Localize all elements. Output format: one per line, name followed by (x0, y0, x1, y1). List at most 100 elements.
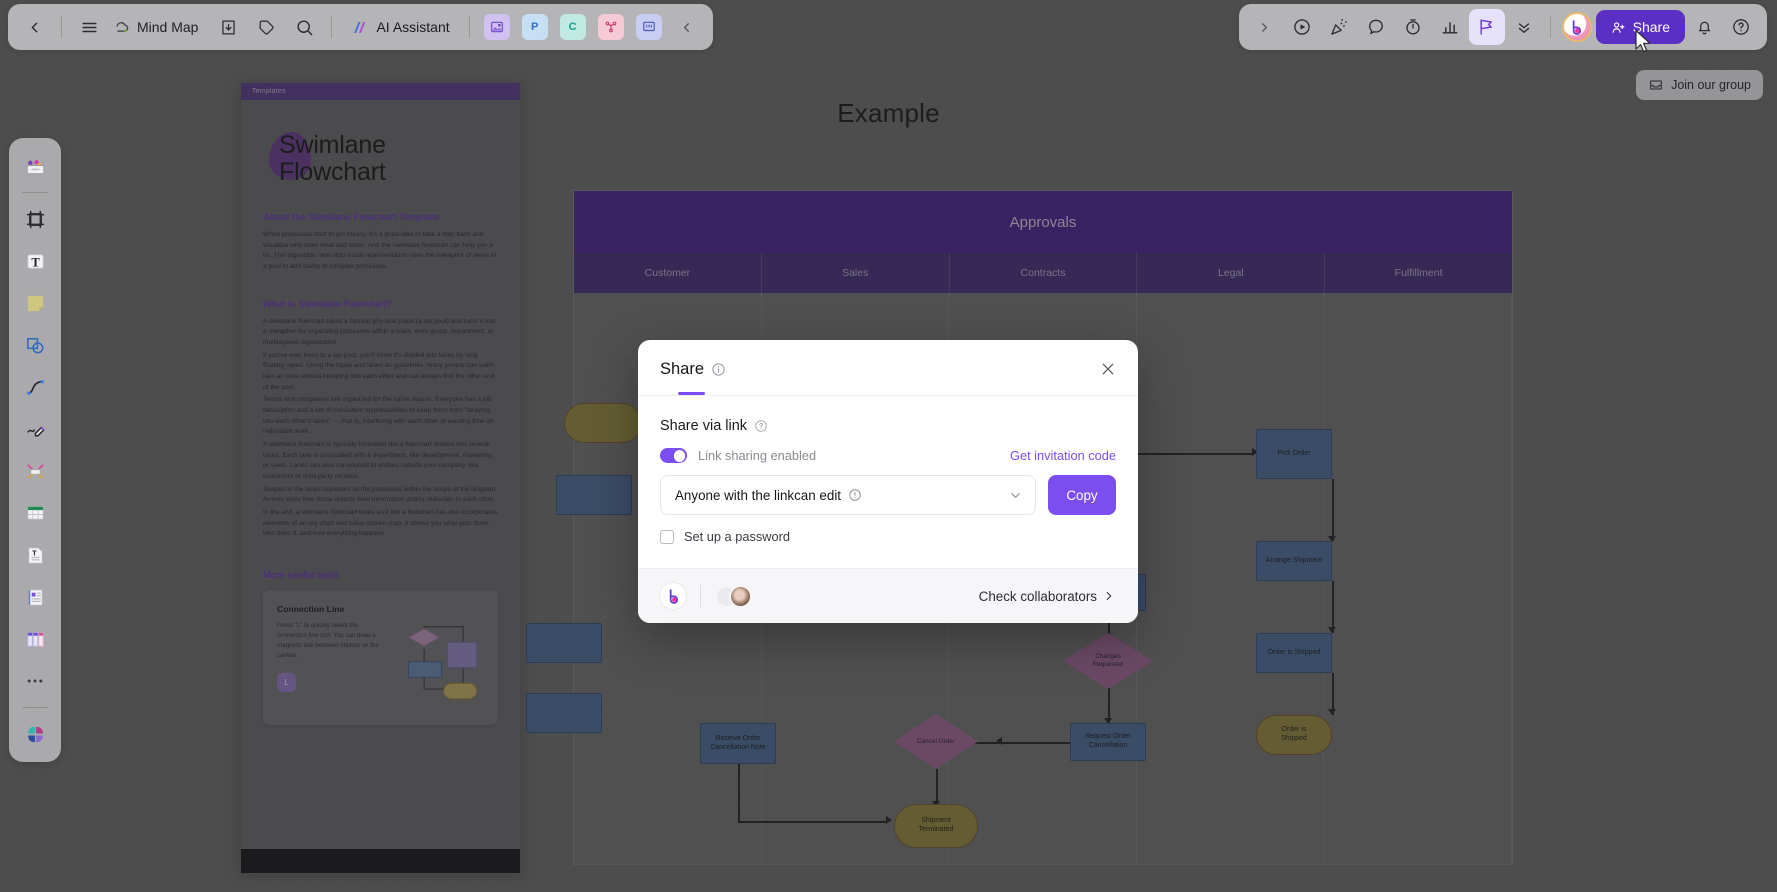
search-button[interactable] (286, 9, 322, 45)
node-request-order-cancellation[interactable]: Request Order Cancellation (1070, 723, 1146, 761)
sidebar-item-palette[interactable] (15, 714, 55, 754)
board-mode-selector[interactable]: Mind Map (109, 18, 208, 36)
app-icon-mindmap[interactable] (593, 9, 629, 45)
text-T-icon: T (26, 253, 44, 269)
party-popper-icon (1330, 18, 1347, 35)
template-document-panel[interactable]: Templates Swimlane Flowchart About the S… (241, 83, 520, 873)
sidebar-item-kanban[interactable] (15, 619, 55, 659)
ai-assistant-button[interactable]: AI Assistant (341, 10, 459, 44)
notifications-button[interactable] (1686, 9, 1722, 45)
share-tab-active-indicator (678, 392, 705, 396)
node-receive-cancellation-note[interactable]: Receive Order Cancellation Note (700, 723, 776, 764)
app-icon-presentation[interactable]: P (517, 9, 553, 45)
help-button[interactable] (1723, 9, 1759, 45)
question-circle-icon[interactable] (754, 419, 768, 433)
more-tools-button[interactable] (1506, 9, 1542, 45)
app-icon-whiteboard[interactable] (631, 9, 667, 45)
setup-password-checkbox[interactable] (660, 529, 674, 544)
app-icon-flow[interactable]: C (555, 9, 591, 45)
node-hidden-start-pill[interactable] (564, 403, 642, 443)
node-shipment-terminated[interactable]: Shipment Terminated (894, 804, 978, 848)
sidebar-item-note[interactable] (15, 577, 55, 617)
join-our-group-button[interactable]: Join our group (1636, 70, 1763, 100)
sidebar-item-pen[interactable] (15, 409, 55, 449)
arrowhead-cancel-order (996, 737, 1002, 745)
sidebar-item-shape[interactable] (15, 325, 55, 365)
node-hidden-rect-2[interactable] (526, 623, 602, 663)
sidebar-item-frame[interactable] (15, 199, 55, 239)
cloud-icon (116, 22, 129, 33)
edge-receive-down (738, 764, 740, 822)
copy-link-button[interactable]: Copy (1048, 475, 1116, 516)
sidebar-item-more[interactable] (15, 661, 55, 701)
table-grid-icon (26, 505, 44, 520)
tool-card-connection-line[interactable]: Connection Line Press "L" to quickly sel… (263, 590, 498, 726)
edge-pick-to-arrange (1332, 479, 1334, 541)
node-hidden-rect-1[interactable] (556, 475, 632, 515)
chevron-right-icon (1262, 22, 1268, 32)
import-download-icon (222, 20, 235, 34)
info-circle-icon[interactable] (711, 362, 726, 377)
node-arrange-shipment-label: Arrange Shipment (1265, 556, 1323, 564)
share-dialog-body: Share via link Link sharing enabled Get … (638, 396, 1138, 568)
account-avatar-button[interactable] (1559, 9, 1595, 45)
node-order-shipped-end[interactable]: Order is Shipped (1256, 715, 1332, 755)
import-button[interactable] (210, 9, 246, 45)
node-shipment-terminated-line1: Shipment (921, 817, 951, 825)
main-menu-button[interactable] (71, 9, 107, 45)
node-hidden-rect-3[interactable] (526, 693, 602, 733)
share-button[interactable]: Share (1595, 10, 1685, 44)
share-dialog: Share Share via link Link sharing enable… (638, 340, 1138, 624)
presentation-app-icon: P (521, 14, 548, 40)
template-paragraph-2: If you've ever been to a lap pool, you'l… (263, 351, 495, 391)
sidebar-item-spreadsheet[interactable] (15, 493, 55, 533)
toolbar-divider-2 (331, 16, 333, 38)
permission-dropdown[interactable]: Anyone with the link can edit (660, 475, 1036, 516)
app-icon-image[interactable] (479, 9, 515, 45)
node-pick-order[interactable]: Pick Order (1256, 429, 1332, 479)
frame-crop-icon (26, 210, 44, 228)
board-title: Example (837, 98, 940, 128)
chevron-left-icon (31, 22, 37, 32)
sidebar-item-templates[interactable] (15, 146, 55, 186)
node-order-is-shipped[interactable]: Order is Shipped (1256, 633, 1332, 673)
sidebar-item-table-color[interactable] (15, 451, 55, 491)
present-button[interactable] (1284, 9, 1320, 45)
template-paragraph-6: In the end, a swimlane flowchart looks a… (263, 509, 498, 538)
link-sharing-toggle[interactable] (660, 448, 687, 464)
tag-button[interactable] (248, 9, 284, 45)
timer-button[interactable] (1395, 9, 1431, 45)
vote-button[interactable] (1432, 9, 1468, 45)
check-collaborators-link[interactable]: Check collaborators (979, 589, 1116, 604)
back-button[interactable] (16, 9, 52, 45)
mindmap-app-icon (597, 14, 624, 40)
expand-tools-button[interactable] (1247, 9, 1283, 45)
collaborator-avatars[interactable] (715, 584, 752, 608)
sidebar-item-sticky-note[interactable] (15, 283, 55, 323)
table-grid-icon (26, 463, 44, 479)
double-chevron-down-icon (1518, 23, 1529, 33)
sidebar-item-document[interactable]: T (15, 535, 55, 575)
collapse-apps-button[interactable] (669, 9, 705, 45)
close-button[interactable] (1096, 357, 1120, 381)
toolbar-left-group: Mind Map AI Assistant P C (8, 4, 713, 50)
sidebar-item-text[interactable]: T (15, 241, 55, 281)
node-pick-order-label: Pick Order (1277, 449, 1311, 457)
ai-assistant-label: AI Assistant (376, 19, 450, 35)
lane-header-fulfillment: Fulfillment (1325, 253, 1512, 293)
edge-receive-to-terminated (738, 821, 888, 823)
lane-header-contracts: Contracts (949, 253, 1138, 293)
arrowhead-terminated-left (886, 816, 892, 824)
share-dialog-title-row: Share (660, 360, 1116, 379)
node-arrange-shipment[interactable]: Arrange Shipment (1256, 541, 1332, 581)
warning-circle-icon[interactable] (848, 488, 862, 502)
get-invitation-code-link[interactable]: Get invitation code (1010, 448, 1116, 463)
node-cancel-order-label: Cancel Order (916, 737, 955, 745)
celebrate-button[interactable] (1321, 9, 1357, 45)
toggle-knob (673, 449, 686, 462)
cursor-tool-button[interactable] (1468, 9, 1505, 45)
node-request-order-cancellation-line1: Request Order (1085, 733, 1131, 741)
comment-button[interactable] (1358, 9, 1394, 45)
template-doc-title-line2: Flowchart (279, 158, 386, 186)
sidebar-item-connector[interactable] (15, 367, 55, 407)
